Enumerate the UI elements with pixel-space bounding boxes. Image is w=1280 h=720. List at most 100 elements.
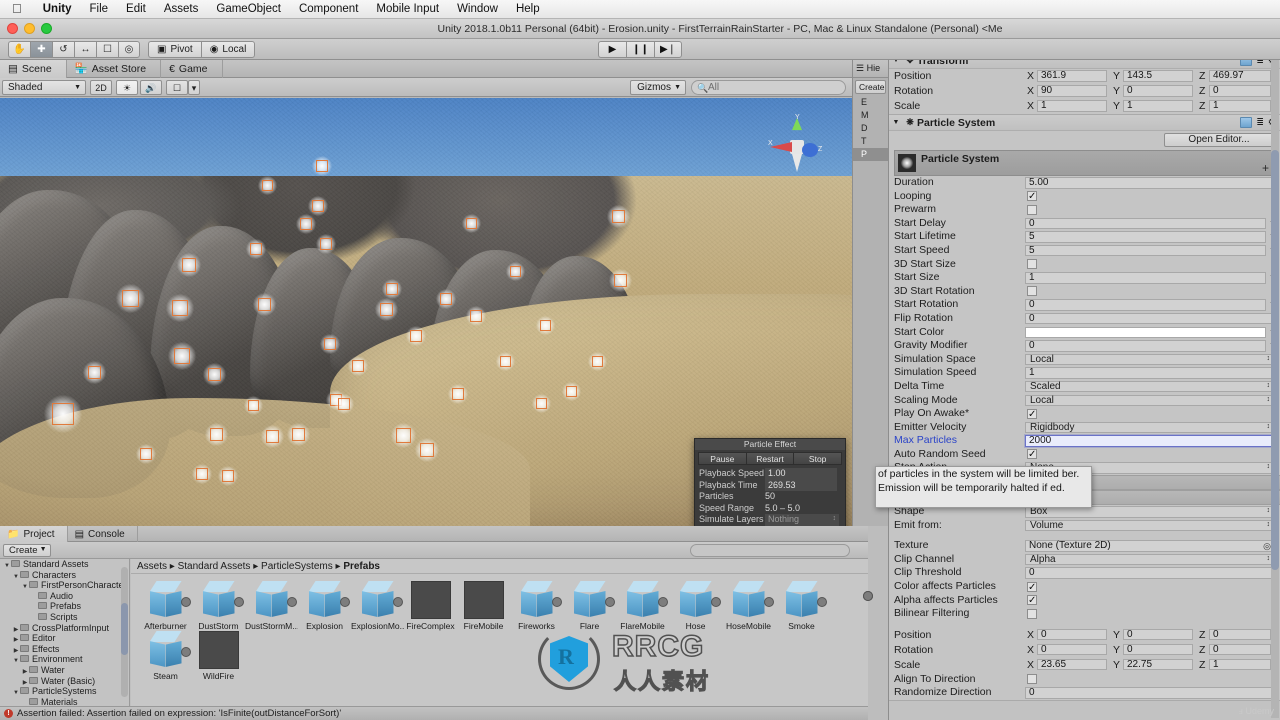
asset-item[interactable]: Smoke [775,581,828,631]
folder-tree-item[interactable]: Scripts [0,612,129,623]
checkbox[interactable]: ✓ [1027,595,1037,606]
hierarchy-create-button[interactable]: Create [855,80,886,94]
asset-item[interactable]: Afterburner [139,581,192,631]
particle-bounds-box[interactable] [380,303,393,316]
z-value-input[interactable]: 1 [1209,658,1271,671]
pause-button[interactable]: ❙❙ [626,41,654,58]
object-field[interactable]: None (Texture 2D) [1025,540,1274,552]
breadcrumb-assets[interactable]: Assets [137,561,167,572]
particle-bounds-box[interactable] [338,398,350,410]
particle-bounds-box[interactable] [196,468,208,480]
particle-bounds-box[interactable] [52,403,74,425]
stop-particle-button[interactable]: Stop [793,452,843,465]
gizmo-y-axis[interactable] [792,118,802,131]
menu-gameobject[interactable]: GameObject [207,0,290,19]
scene-axis-gizmo[interactable]: X Y Z [766,114,828,178]
particle-bounds-box[interactable] [386,283,398,295]
particle-bounds-box[interactable] [266,430,279,443]
disclosure-arrow-icon[interactable]: ▼ [12,656,20,667]
value-input[interactable]: 0 [1025,340,1266,352]
settings-slider-icon[interactable]: ≣ [1256,117,1264,128]
value-input[interactable]: 0 [1025,567,1274,579]
particle-bounds-box[interactable] [440,293,452,305]
effects-dropdown-icon[interactable]: ▾ [188,80,200,95]
x-value-input[interactable]: 361.9 [1037,70,1107,82]
scene-search-input[interactable]: 🔍 All [691,80,846,95]
tab-game[interactable]: € Game [161,60,223,78]
hierarchy-row[interactable]: E [853,96,888,109]
folder-tree-item[interactable]: ▼ ParticleSystems [0,686,129,697]
dropdown[interactable]: Local ↕ [1025,394,1274,406]
color-swatch[interactable] [1025,326,1266,339]
tab-asset-store[interactable]: 🏪 Asset Store [67,60,162,78]
particle-bounds-box[interactable] [88,366,101,379]
object-picker-icon[interactable]: ◎ [1263,540,1271,554]
particle-bounds-box[interactable] [566,386,577,397]
particle-bounds-box[interactable] [410,330,422,342]
tab-console[interactable]: ▤ Console [68,526,138,542]
pause-particle-button[interactable]: Pause [698,452,746,465]
effects-icon[interactable]: ☐ [166,80,188,95]
x-value-input[interactable]: 0 [1037,643,1107,656]
tree-scrollbar-thumb[interactable] [121,603,128,655]
value-input[interactable]: 5 [1025,231,1266,243]
collapse-arrow-icon[interactable]: ▼ [889,119,903,126]
particle-effect-overlay[interactable]: Particle Effect Pause Restart Stop Playb… [694,438,846,526]
hand-tool-icon[interactable]: ✋ [8,41,30,58]
menu-edit[interactable]: Edit [117,0,155,19]
project-create-button[interactable]: Create ▼ [3,544,51,557]
folder-tree-item[interactable]: ▶ Effects [0,644,129,655]
particle-bounds-box[interactable] [140,448,152,460]
hierarchy-row[interactable]: D [853,122,888,135]
add-module-icon[interactable]: + [1262,161,1269,175]
menu-file[interactable]: File [81,0,118,19]
folder-tree-item[interactable]: ▼ Standard Assets [0,559,129,570]
y-value-input[interactable]: 143.5 [1123,70,1193,82]
project-folder-tree[interactable]: ▼ Standard Assets ▼ Characters ▼ FirstPersonC… [0,559,130,706]
z-value-input[interactable]: 0 [1209,85,1271,97]
hierarchy-row-selected[interactable]: P [853,148,888,161]
breadcrumb-particlesystems[interactable]: ParticleSystems [261,561,333,572]
checkbox[interactable]: ✓ [1027,408,1037,419]
transform-tool-icon[interactable]: ◎ [118,41,140,58]
disclosure-arrow-icon[interactable]: ▼ [3,561,11,572]
particle-bounds-box[interactable] [320,238,332,250]
particle-bounds-box[interactable] [210,428,223,441]
audio-icon[interactable]: 🔊 [140,80,162,95]
particle-bounds-box[interactable] [222,470,234,482]
asset-item[interactable]: Steam [139,631,192,681]
checkbox[interactable] [1027,608,1037,619]
menu-component[interactable]: Component [290,0,367,19]
particle-system-module-banner[interactable]: Particle System + [894,150,1275,176]
playback-speed-value[interactable]: 1.00 [765,468,837,480]
value-input[interactable]: 5 [1025,244,1266,257]
particle-bounds-box[interactable] [248,400,259,411]
asset-item[interactable]: DustStormM... [245,581,298,631]
y-value-input[interactable]: 22.75 [1123,658,1193,671]
x-value-input[interactable]: 1 [1037,100,1107,112]
tree-scrollbar[interactable] [121,567,128,697]
gizmo-x-axis[interactable] [770,142,792,152]
x-value-input[interactable]: 23.65 [1037,658,1107,671]
checkbox[interactable] [1027,204,1037,215]
particle-bounds-box[interactable] [510,266,521,277]
value-input[interactable]: 0 [1025,687,1274,699]
particle-bounds-box[interactable] [420,443,434,457]
particle-system-header[interactable]: ▼ ❋ Particle System ≣ ⚙ [889,115,1280,131]
x-value-input[interactable]: 0 [1037,628,1107,641]
checkbox[interactable]: ✓ [1027,191,1037,202]
z-value-input[interactable]: 0 [1209,643,1271,656]
disclosure-arrow-icon[interactable]: ▼ [21,582,29,593]
particle-bounds-box[interactable] [396,428,411,443]
particle-bounds-box[interactable] [172,300,188,316]
z-value-input[interactable]: 469.97 [1209,70,1271,82]
project-search-input[interactable] [690,544,850,557]
hierarchy-row[interactable]: M [853,109,888,122]
particle-bounds-box[interactable] [470,310,482,322]
value-input[interactable]: 0 [1025,312,1274,325]
particle-bounds-box[interactable] [536,398,547,409]
checkbox[interactable] [1027,286,1037,297]
z-value-input[interactable]: 1 [1209,100,1271,112]
menu-mobile-input[interactable]: Mobile Input [367,0,448,19]
particle-bounds-box[interactable] [452,388,464,400]
